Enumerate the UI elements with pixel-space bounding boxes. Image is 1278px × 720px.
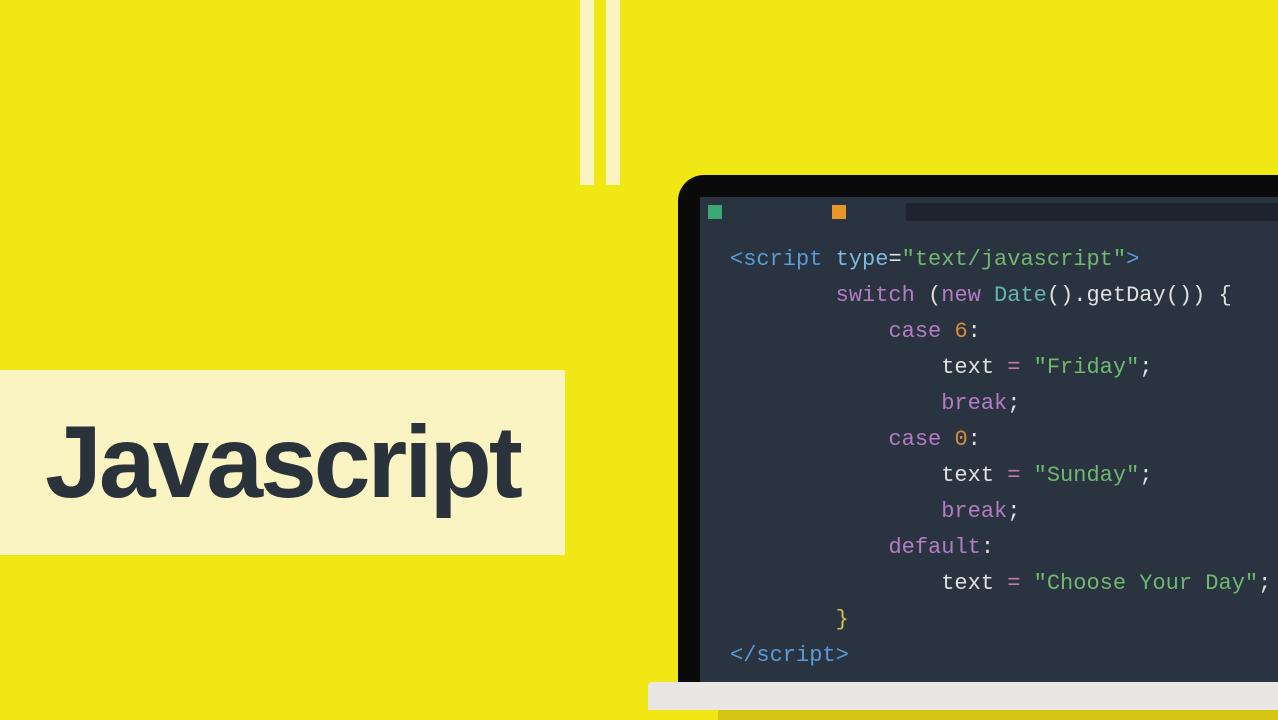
code-line: case 6: (730, 314, 1278, 350)
tab-indicator (832, 205, 846, 219)
code-line: switch (new Date().getDay()) { (730, 278, 1278, 314)
tab-indicator (708, 205, 722, 219)
laptop-bezel: <script type="text/javascript"> switch (… (678, 175, 1278, 682)
tab-indicator (906, 203, 1278, 221)
editor-tab-bar (700, 204, 1278, 220)
laptop-base (648, 682, 1278, 710)
code-line: text = "Friday"; (730, 350, 1278, 386)
accent-bar (580, 0, 594, 185)
laptop-screen: <script type="text/javascript"> switch (… (700, 197, 1278, 682)
accent-bar (606, 0, 620, 185)
code-line: case 0: (730, 422, 1278, 458)
laptop-illustration: <script type="text/javascript"> switch (… (658, 175, 1278, 720)
code-line: text = "Sunday"; (730, 458, 1278, 494)
code-line: } (730, 602, 1278, 638)
code-line: <script type="text/javascript"> (730, 242, 1278, 278)
code-area: <script type="text/javascript"> switch (… (730, 242, 1278, 674)
code-line: text = "Choose Your Day"; (730, 566, 1278, 602)
code-line: </script> (730, 638, 1278, 674)
code-line: default: (730, 530, 1278, 566)
code-line: break; (730, 494, 1278, 530)
code-line: break; (730, 386, 1278, 422)
title-text: Javascript (45, 404, 520, 521)
title-band: Javascript (0, 370, 565, 555)
